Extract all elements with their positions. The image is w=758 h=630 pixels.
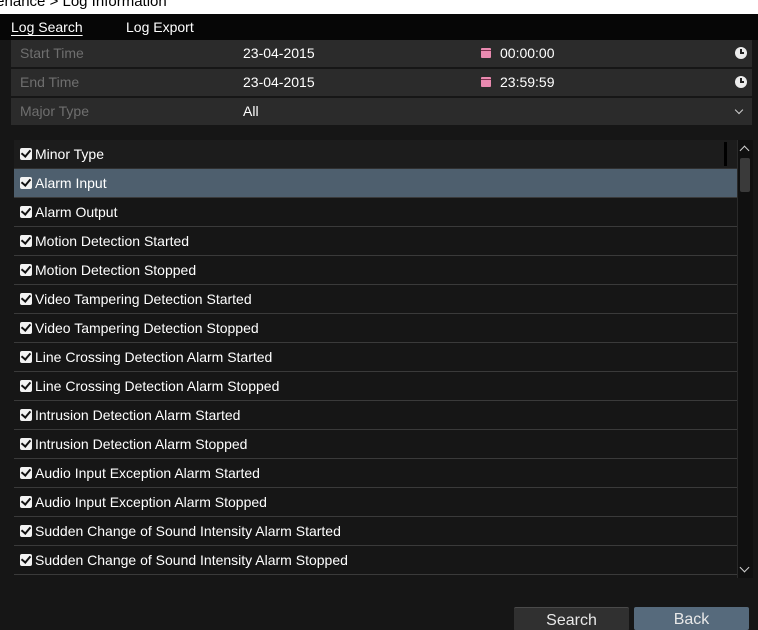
list-item[interactable]: Video Tampering Detection Stopped — [14, 314, 737, 343]
list-item[interactable]: Audio Input Exception Alarm Started — [14, 459, 737, 488]
list-item-label: Alarm Output — [35, 204, 118, 220]
list-item-label: Video Tampering Detection Stopped — [35, 320, 259, 336]
list-item[interactable]: Sudden Change of Sound Intensity Alarm S… — [14, 546, 737, 575]
calendar-icon[interactable] — [481, 77, 491, 87]
clock-icon[interactable] — [735, 47, 747, 59]
list-item-label: Sudden Change of Sound Intensity Alarm S… — [35, 552, 348, 568]
clock-icon[interactable] — [735, 76, 747, 88]
list-item-label: Intrusion Detection Alarm Stopped — [35, 436, 248, 452]
list-item[interactable]: Line Crossing Detection Alarm Stopped — [14, 372, 737, 401]
list-item[interactable]: Intrusion Detection Alarm Started — [14, 401, 737, 430]
major-type-select[interactable]: All — [243, 98, 259, 125]
checkbox-checked-icon[interactable] — [20, 177, 32, 189]
breadcrumb: aintenance > Log Information — [0, 0, 758, 14]
start-time-row: Start Time 23-04-2015 00:00:00 — [11, 40, 752, 69]
list-item-label: Line Crossing Detection Alarm Started — [35, 349, 273, 365]
list-scrollbar[interactable] — [737, 140, 753, 578]
list-item-label: Sudden Change of Sound Intensity Alarm S… — [35, 523, 341, 539]
end-time-row: End Time 23-04-2015 23:59:59 — [11, 69, 752, 98]
checkbox-checked-icon[interactable] — [20, 264, 32, 276]
list-item-label: Audio Input Exception Alarm Started — [35, 465, 260, 481]
checkbox-checked-icon[interactable] — [20, 206, 32, 218]
end-time-label: End Time — [20, 74, 80, 90]
log-search-panel: Log Search Log Export Start Time 23-04-2… — [0, 14, 758, 630]
list-item[interactable]: Sudden Change of Sound Intensity Alarm S… — [14, 517, 737, 546]
checkbox-checked-icon[interactable] — [20, 148, 32, 160]
checkbox-checked-icon[interactable] — [20, 235, 32, 247]
tab-log-export[interactable]: Log Export — [126, 17, 194, 37]
tab-bar: Log Search Log Export — [0, 14, 758, 40]
checkbox-checked-icon[interactable] — [20, 380, 32, 392]
chevron-down-icon[interactable] — [734, 105, 744, 115]
list-item-label: Intrusion Detection Alarm Started — [35, 407, 241, 423]
checkbox-checked-icon[interactable] — [20, 496, 32, 508]
list-item-label: Alarm Input — [35, 175, 107, 191]
major-type-label: Major Type — [20, 103, 89, 119]
calendar-icon[interactable] — [481, 48, 491, 58]
search-button[interactable]: Search — [514, 607, 629, 630]
checkbox-checked-icon[interactable] — [20, 409, 32, 421]
list-item[interactable]: Alarm Output — [14, 198, 737, 227]
chevron-up-icon[interactable] — [739, 145, 750, 156]
minor-type-header[interactable]: Minor Type — [14, 140, 737, 169]
list-item-label: Audio Input Exception Alarm Stopped — [35, 494, 267, 510]
tab-log-search[interactable]: Log Search — [11, 17, 83, 37]
list-item[interactable]: Motion Detection Stopped — [14, 256, 737, 285]
checkbox-checked-icon[interactable] — [20, 525, 32, 537]
list-item[interactable]: Motion Detection Started — [14, 227, 737, 256]
minor-type-list: Minor Type Alarm Input Alarm Output Moti… — [14, 140, 737, 578]
list-item[interactable]: Video Tampering Detection Started — [14, 285, 737, 314]
end-time-field[interactable]: 23:59:59 — [500, 69, 555, 96]
checkbox-checked-icon[interactable] — [20, 351, 32, 363]
list-item[interactable]: Line Crossing Detection Alarm Started — [14, 343, 737, 372]
start-date-field[interactable]: 23-04-2015 — [243, 40, 315, 67]
checkbox-checked-icon[interactable] — [20, 467, 32, 479]
breadcrumb-text: aintenance > Log Information — [0, 0, 167, 10]
checkbox-checked-icon[interactable] — [20, 554, 32, 566]
checkbox-checked-icon[interactable] — [20, 438, 32, 450]
start-time-field[interactable]: 00:00:00 — [500, 40, 555, 67]
list-item[interactable]: Audio Input Exception Alarm Stopped — [14, 488, 737, 517]
checkbox-checked-icon[interactable] — [20, 293, 32, 305]
list-item-label: Motion Detection Stopped — [35, 262, 197, 278]
list-item-label: Line Crossing Detection Alarm Stopped — [35, 378, 280, 394]
list-item-label: Video Tampering Detection Started — [35, 291, 252, 307]
search-form: Start Time 23-04-2015 00:00:00 End Time … — [11, 40, 752, 127]
checkbox-checked-icon[interactable] — [20, 322, 32, 334]
back-button[interactable]: Back — [634, 607, 749, 630]
end-date-field[interactable]: 23-04-2015 — [243, 69, 315, 96]
list-item-label: Motion Detection Started — [35, 233, 190, 249]
minor-type-header-label: Minor Type — [35, 146, 104, 162]
chevron-down-icon[interactable] — [739, 562, 750, 573]
scrollbar-thumb[interactable] — [740, 158, 750, 192]
major-type-row: Major Type All — [11, 98, 752, 127]
list-item[interactable]: Intrusion Detection Alarm Stopped — [14, 430, 737, 459]
list-item[interactable]: Alarm Input — [14, 169, 737, 198]
start-time-label: Start Time — [20, 45, 84, 61]
